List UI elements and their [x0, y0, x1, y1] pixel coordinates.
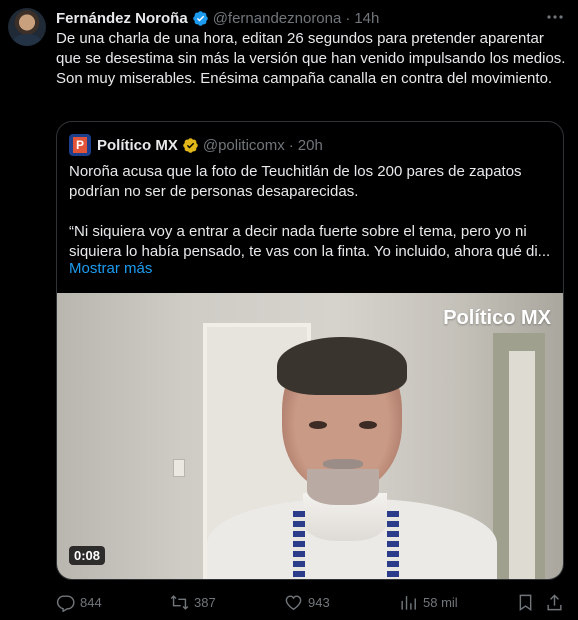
author-name[interactable]: Fernández Noroña [56, 10, 188, 27]
views-icon [401, 595, 416, 610]
separator-dot: · [345, 9, 351, 27]
logo-letter: P [73, 137, 87, 153]
video-scene-post [509, 351, 535, 579]
show-more-link[interactable]: Mostrar más [69, 260, 152, 277]
bookmark-icon [519, 594, 532, 611]
quoted-tweet[interactable]: P Político MX @politicomx · 20h Noroña a… [56, 121, 564, 580]
more-icon[interactable] [546, 10, 564, 24]
verified-icon [183, 137, 198, 153]
share-button[interactable] [545, 588, 564, 616]
video-scene-mustache [323, 459, 363, 469]
quoted-tweet-header: P Político MX @politicomx · 20h [69, 134, 323, 156]
video-scene-eye [309, 421, 327, 429]
tweet[interactable]: Fernández Noroña @fernandeznorona · 14h … [0, 0, 578, 620]
repost-count: 387 [194, 594, 216, 610]
quoted-author-name[interactable]: Político MX [97, 137, 178, 154]
video-scene-beard [307, 469, 379, 505]
author-handle[interactable]: @fernandeznorona [213, 10, 342, 27]
quoted-paragraph-1: Noroña acusa que la foto de Teuchitlán d… [69, 163, 522, 200]
reply-icon [56, 594, 75, 612]
video-scene-embroidery [387, 511, 399, 579]
video-duration-badge: 0:08 [69, 546, 106, 565]
action-bar: 844 387 943 58 mil [0, 588, 578, 616]
like-button[interactable]: 943 [284, 588, 330, 616]
reply-button[interactable]: 844 [56, 588, 102, 616]
avatar-shoulders [12, 34, 42, 46]
quoted-tweet-text: Noroña acusa que la foto de Teuchitlán d… [69, 162, 555, 262]
video-player[interactable]: Político MX 0:08 [57, 293, 563, 579]
video-scene-hair [277, 337, 407, 395]
video-scene-eye [359, 421, 377, 429]
quoted-paragraph-2: “Ni siquiera voy a entrar a decir nada f… [69, 223, 551, 260]
quoted-tweet-time[interactable]: 20h [298, 137, 323, 154]
tweet-text: De una charla de una hora, editan 26 seg… [56, 30, 566, 87]
view-count: 58 mil [423, 594, 458, 610]
tweet-time[interactable]: 14h [354, 10, 379, 27]
video-scene-embroidery [293, 511, 305, 579]
tweet-header: Fernández Noroña @fernandeznorona · 14h [56, 9, 379, 27]
bookmark-button[interactable] [516, 588, 535, 616]
like-count: 943 [308, 594, 330, 610]
verified-icon [192, 10, 208, 26]
author-avatar[interactable] [8, 8, 46, 46]
quoted-author-handle[interactable]: @politicomx [203, 137, 285, 154]
views-button[interactable]: 58 mil [399, 588, 458, 616]
video-scene-light-switch [173, 459, 185, 477]
separator-dot: · [288, 136, 294, 154]
repost-icon [170, 594, 189, 610]
heart-icon [285, 594, 302, 610]
share-icon [547, 593, 562, 610]
politico-logo-avatar[interactable]: P [69, 134, 91, 156]
reply-count: 844 [80, 594, 102, 610]
video-watermark: Político MX [443, 307, 551, 329]
repost-button[interactable]: 387 [170, 588, 216, 616]
